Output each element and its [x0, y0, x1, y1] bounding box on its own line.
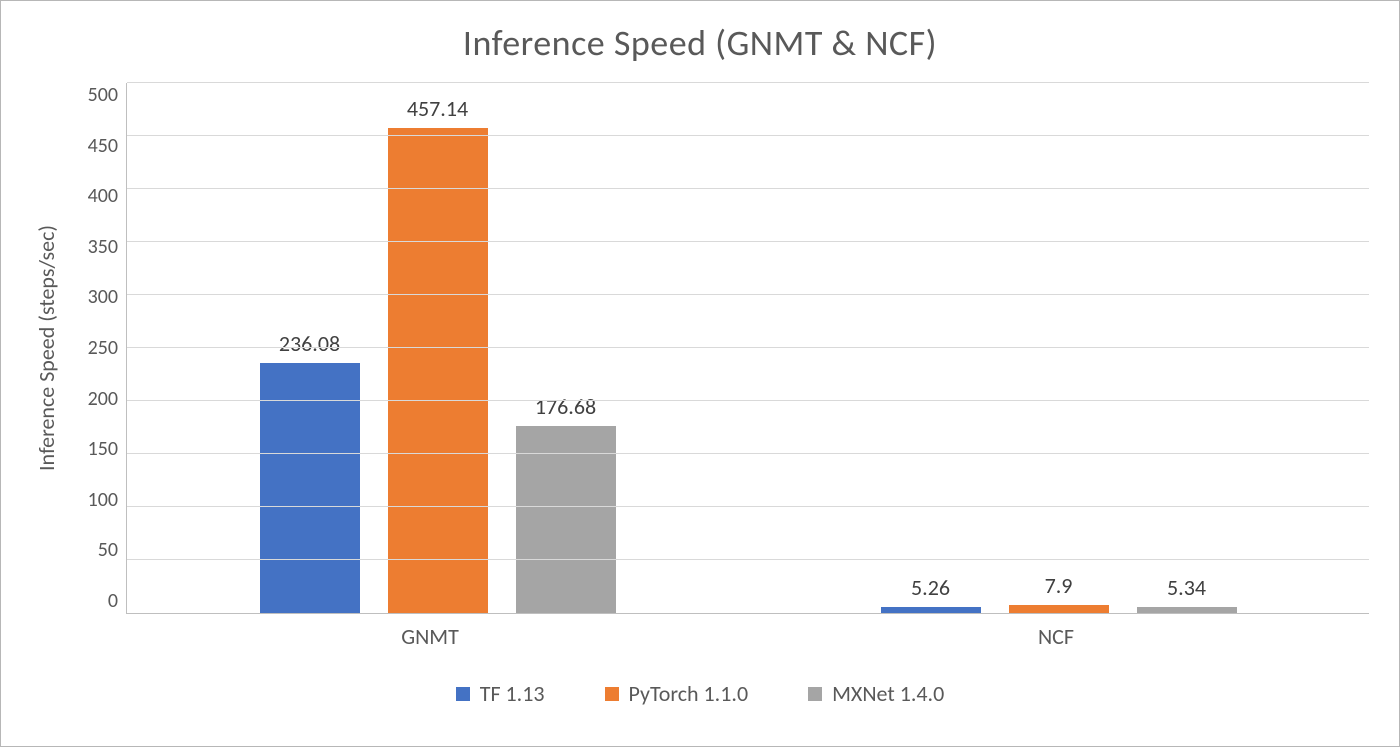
chart-title: Inference Speed (GNMT & NCF) [31, 21, 1369, 65]
y-tick: 450 [88, 134, 118, 158]
legend-item: MXNet 1.4.0 [808, 680, 944, 707]
legend-swatch [808, 687, 822, 701]
y-tick: 50 [98, 538, 118, 562]
bar: 7.9 [1009, 605, 1109, 613]
gridline [127, 400, 1369, 401]
y-tick: 350 [88, 235, 118, 259]
gridline [127, 188, 1369, 189]
legend-label: MXNet 1.4.0 [832, 680, 944, 707]
bar-value-label: 5.26 [911, 574, 950, 601]
gridline [127, 347, 1369, 348]
plot-row: Inference Speed (steps/sec) 500 450 400 … [31, 83, 1369, 613]
plot-area: 236.08 457.14 176.68 5.26 7.9 5.34 [126, 83, 1369, 614]
x-category: GNMT [117, 613, 743, 650]
y-axis-ticks: 500 450 400 350 300 250 200 150 100 50 0 [62, 83, 126, 613]
gridline [127, 241, 1369, 242]
legend-label: PyTorch 1.1.0 [629, 680, 749, 707]
x-category: NCF [743, 613, 1369, 650]
chart-container: Inference Speed (GNMT & NCF) Inference S… [0, 0, 1400, 747]
legend-label: TF 1.13 [480, 680, 545, 707]
y-axis-label: Inference Speed (steps/sec) [31, 83, 62, 613]
gridline [127, 453, 1369, 454]
y-tick: 300 [88, 285, 118, 309]
legend-item: TF 1.13 [456, 680, 545, 707]
bar-group: 236.08 457.14 176.68 [127, 83, 748, 613]
legend: TF 1.13 PyTorch 1.1.0 MXNet 1.4.0 [31, 680, 1369, 707]
legend-item: PyTorch 1.1.0 [605, 680, 749, 707]
gridline [127, 559, 1369, 560]
y-tick: 500 [88, 83, 118, 107]
bar: 5.34 [1137, 607, 1237, 613]
bar-value-label: 457.14 [407, 95, 468, 122]
bar-value-label: 5.34 [1167, 574, 1206, 601]
bar: 457.14 [388, 128, 488, 613]
bar-value-label: 236.08 [279, 330, 340, 357]
y-tick: 0 [108, 589, 118, 613]
legend-swatch [605, 687, 619, 701]
bar-value-label: 176.68 [535, 393, 596, 420]
y-tick: 150 [88, 437, 118, 461]
y-tick: 100 [88, 488, 118, 512]
gridline [127, 506, 1369, 507]
bar-value-label: 7.9 [1045, 572, 1073, 599]
gridline [127, 82, 1369, 83]
bar: 5.26 [881, 607, 981, 613]
x-axis: GNMT NCF [31, 613, 1369, 650]
legend-swatch [456, 687, 470, 701]
y-tick: 400 [88, 184, 118, 208]
gridline [127, 135, 1369, 136]
y-tick: 250 [88, 336, 118, 360]
bar-groups: 236.08 457.14 176.68 5.26 7.9 5.34 [127, 83, 1369, 613]
y-tick: 200 [88, 387, 118, 411]
gridline [127, 294, 1369, 295]
bar-group: 5.26 7.9 5.34 [748, 83, 1369, 613]
